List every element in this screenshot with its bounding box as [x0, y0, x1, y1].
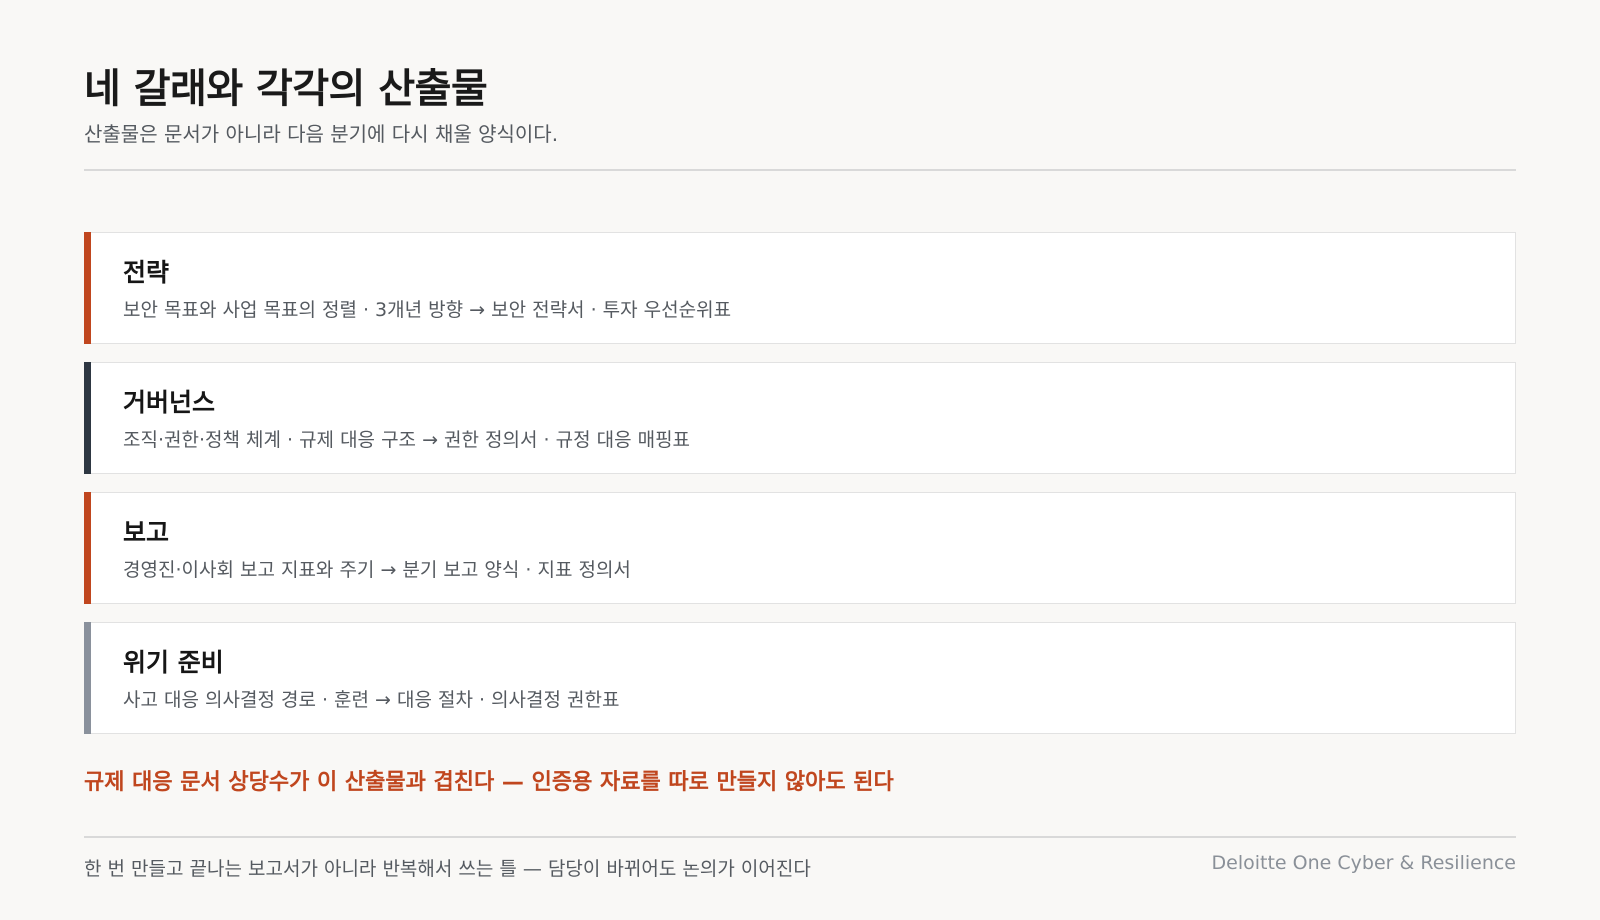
page-title: 네 갈래와 각각의 산출물: [84, 66, 488, 112]
card-description: 보안 목표와 사업 목표의 정렬 · 3개년 방향 → 보안 전략서 · 투자 …: [123, 299, 732, 321]
card-crisis-readiness: 위기 준비 사고 대응 의사결정 경로 · 훈련 → 대응 절차 · 의사결정 …: [84, 622, 1516, 734]
header-divider: [84, 169, 1516, 171]
page: 네 갈래와 각각의 산출물 산출물은 문서가 아니라 다음 분기에 다시 채울 …: [84, 0, 1516, 920]
card-description: 사고 대응 의사결정 경로 · 훈련 → 대응 절차 · 의사결정 권한표: [123, 689, 620, 711]
footer-note: 한 번 만들고 끝나는 보고서가 아니라 반복해서 쓰는 틀 — 담당이 바뀌어…: [84, 858, 811, 880]
card-accent-bar: [84, 232, 91, 344]
page-subtitle: 산출물은 문서가 아니라 다음 분기에 다시 채울 양식이다.: [84, 122, 559, 146]
card-governance: 거버넌스 조직·권한·정책 체계 · 규제 대응 구조 → 권한 정의서 · 규…: [84, 362, 1516, 474]
card-description: 경영진·이사회 보고 지표와 주기 → 분기 보고 양식 · 지표 정의서: [123, 559, 631, 581]
card-accent-bar: [84, 362, 91, 474]
card-list: 전략 보안 목표와 사업 목표의 정렬 · 3개년 방향 → 보안 전략서 · …: [84, 232, 1516, 752]
card-accent-bar: [84, 492, 91, 604]
key-callout: 규제 대응 문서 상당수가 이 산출물과 겹친다 — 인증용 자료를 따로 만들…: [84, 770, 894, 795]
card-accent-bar: [84, 622, 91, 734]
footer-divider: [84, 836, 1516, 838]
card-strategy: 전략 보안 목표와 사업 목표의 정렬 · 3개년 방향 → 보안 전략서 · …: [84, 232, 1516, 344]
footer-brand: Deloitte One Cyber & Resilience: [1211, 852, 1516, 874]
card-title: 위기 준비: [123, 648, 224, 677]
card-title: 전략: [123, 258, 170, 287]
card-title: 보고: [123, 518, 170, 547]
card-title: 거버넌스: [123, 388, 216, 417]
card-reporting: 보고 경영진·이사회 보고 지표와 주기 → 분기 보고 양식 · 지표 정의서: [84, 492, 1516, 604]
card-description: 조직·권한·정책 체계 · 규제 대응 구조 → 권한 정의서 · 규정 대응 …: [123, 429, 691, 451]
